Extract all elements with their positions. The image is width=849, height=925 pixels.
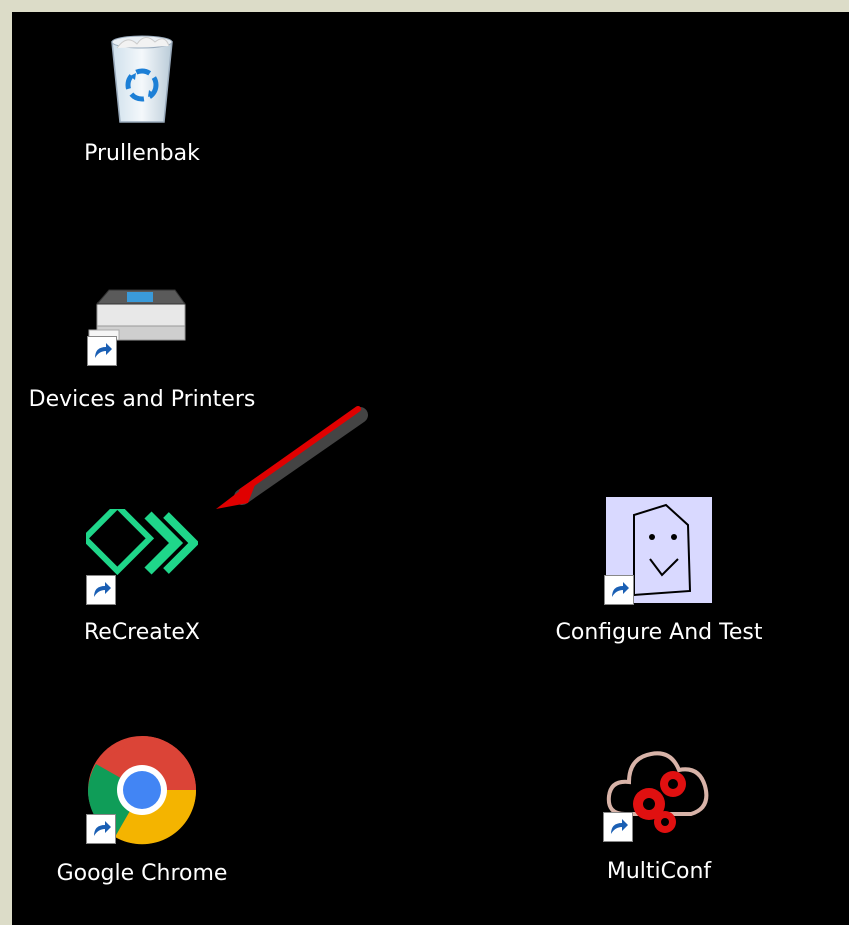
shortcut-overlay-icon (87, 336, 117, 366)
configure-and-test-shortcut[interactable]: Configure And Test (529, 497, 789, 647)
shortcut-overlay-icon (86, 814, 116, 844)
recreatex-logo-icon (80, 501, 200, 605)
cloud-gears-icon (603, 734, 715, 846)
chrome-icon (86, 734, 198, 846)
google-chrome-shortcut[interactable]: Google Chrome (12, 734, 272, 888)
multiconf-shortcut[interactable]: MultiConf (529, 734, 789, 886)
shortcut-overlay-icon (604, 575, 634, 605)
shortcut-overlay-icon (86, 575, 116, 605)
recycle-bin-shortcut[interactable]: Prullenbak (12, 30, 272, 168)
desktop: Prullenbak Devices and Printers ReCreate… (12, 12, 849, 925)
google-chrome-label: Google Chrome (56, 861, 228, 886)
devices-and-printers-shortcut[interactable]: Devices and Printers (12, 282, 272, 414)
recycle-bin-icon (92, 30, 192, 130)
annotation-arrow-icon (202, 397, 382, 532)
recycle-bin-label: Prullenbak (84, 141, 200, 166)
configure-and-test-label: Configure And Test (555, 620, 763, 645)
smiley-tag-icon (604, 497, 714, 605)
printer-icon (87, 282, 197, 370)
shortcut-overlay-icon (603, 812, 633, 842)
multiconf-label: MultiConf (606, 859, 712, 884)
recreatex-label: ReCreateX (83, 620, 200, 645)
